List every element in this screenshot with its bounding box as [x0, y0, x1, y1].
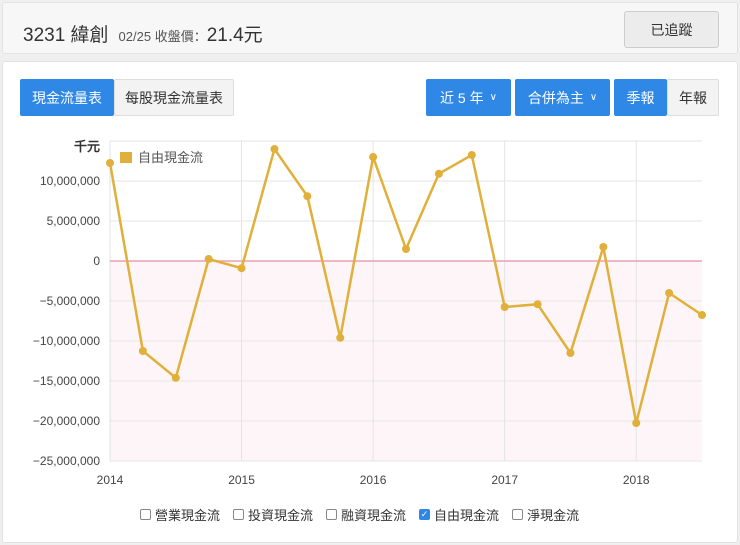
y-tick-label: 0 — [93, 254, 100, 268]
data-point — [632, 419, 641, 427]
data-point — [171, 373, 180, 382]
series-checkbox[interactable]: 淨現金流 — [512, 505, 579, 524]
checkbox-label: 融資現金流 — [341, 508, 407, 523]
data-point — [500, 303, 509, 311]
data-point — [434, 169, 443, 178]
series-checkbox[interactable]: ✓ 自由現金流 — [419, 505, 499, 524]
x-tick-label: 2014 — [97, 473, 124, 487]
data-point — [303, 192, 312, 201]
data-point — [204, 255, 213, 263]
y-tick-label: 10,000,000 — [40, 174, 100, 188]
y-tick-label: −25,000,000 — [33, 454, 100, 468]
y-tick-label: −15,000,000 — [33, 374, 100, 388]
data-point — [336, 333, 345, 342]
cash-flow-chart: 10,000,000 5,000,000 0 −5,000,000 −10,000,00… — [33, 139, 706, 487]
checkbox-icon[interactable] — [233, 509, 245, 520]
legend-swatch — [120, 152, 132, 163]
data-point — [599, 243, 608, 251]
checkbox-label: 投資現金流 — [248, 508, 314, 523]
checkbox-label: 營業現金流 — [155, 508, 221, 523]
data-point — [566, 349, 575, 357]
data-point — [533, 300, 542, 309]
series-toggle-legend: 營業現金流 投資現金流 融資現金流 ✓ 自由現金流 淨現金流 — [140, 505, 579, 524]
y-tick-label: 5,000,000 — [47, 214, 101, 228]
x-tick-label: 2017 — [491, 473, 518, 487]
data-point — [138, 347, 147, 355]
y-unit-label: 千元 — [74, 139, 100, 154]
x-tick-label: 2018 — [623, 473, 650, 487]
data-point — [467, 151, 476, 159]
series-checkbox[interactable]: 投資現金流 — [233, 505, 313, 524]
series-checkbox[interactable]: 營業現金流 — [140, 505, 220, 524]
series-checkbox[interactable]: 融資現金流 — [326, 505, 406, 524]
data-point — [237, 264, 246, 273]
y-tick-label: −10,000,000 — [33, 334, 100, 348]
data-point — [665, 289, 674, 297]
data-point — [402, 245, 410, 253]
data-point — [270, 145, 279, 153]
checkbox-icon[interactable]: ✓ — [419, 509, 431, 520]
y-tick-label: −20,000,000 — [33, 414, 100, 428]
data-point — [369, 153, 378, 161]
checkbox-icon[interactable] — [140, 509, 151, 520]
x-tick-label: 2016 — [360, 473, 387, 487]
checkbox-label: 自由現金流 — [434, 508, 500, 523]
x-tick-label: 2015 — [228, 473, 255, 487]
checkbox-icon[interactable] — [326, 509, 338, 520]
data-point — [698, 311, 706, 319]
checkbox-label: 淨現金流 — [527, 508, 580, 523]
checkbox-icon[interactable] — [512, 509, 524, 520]
legend-label: 自由現金流 — [138, 150, 203, 165]
data-point — [106, 159, 114, 167]
y-tick-label: −5,000,000 — [40, 294, 101, 308]
